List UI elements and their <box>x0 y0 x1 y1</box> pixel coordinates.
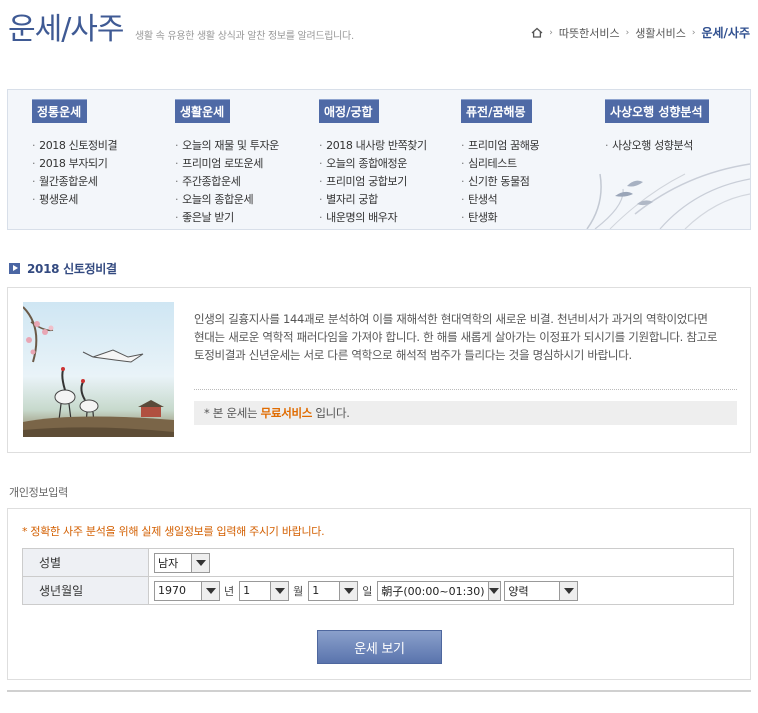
table-row: 성별 남자 <box>22 548 734 577</box>
free-service-highlight: 무료서비스 <box>260 406 313 420</box>
note-prefix: * 본 운세는 <box>204 406 261 420</box>
play-icon <box>9 263 20 274</box>
birthdate-label: 생년월일 <box>22 576 149 605</box>
category-menu: 정통운세 2018 신토정비결 2018 부자되기 월간종합운세 평생운세 생활… <box>7 89 751 230</box>
menu-item[interactable]: 내운명의 배우자 <box>319 209 427 227</box>
menu-column-traditional: 정통운세 2018 신토정비결 2018 부자되기 월간종합운세 평생운세 <box>32 99 118 209</box>
menu-item[interactable]: 좋은날 받기 <box>175 209 279 227</box>
menu-column-life: 생활운세 오늘의 재물 및 투자운 프리미엄 로또운세 주간종합운세 오늘의 종… <box>175 99 279 227</box>
menu-item[interactable]: 2018 부자되기 <box>32 155 117 173</box>
breadcrumb-item[interactable]: 생활서비스 <box>635 25 686 41</box>
menu-item[interactable]: 오늘의 재물 및 투자운 <box>175 137 279 155</box>
intro-box: 인생의 길흉지사를 144괘로 분석하여 이를 재해석한 현대역학의 새로운 비… <box>7 287 751 453</box>
breadcrumb-item[interactable]: 따뜻한서비스 <box>559 25 620 41</box>
chevron-down-icon[interactable] <box>201 581 219 600</box>
menu-item[interactable]: 평생운세 <box>32 191 117 209</box>
menu-column-love: 애정/궁합 2018 내사랑 반쪽찾기 오늘의 종합애정운 프리미엄 궁합보기 … <box>319 99 427 227</box>
breadcrumb-separator: › <box>549 27 553 38</box>
menu-item[interactable]: 오늘의 종합운세 <box>175 191 279 209</box>
menu-heading[interactable]: 애정/궁합 <box>319 99 379 123</box>
menu-item[interactable]: 신기한 동물점 <box>461 173 539 191</box>
view-fortune-button[interactable]: 운세 보기 <box>317 630 442 664</box>
menu-item[interactable]: 별자리 궁합 <box>319 191 427 209</box>
page-subtitle: 생활 속 유용한 생활 상식과 알찬 정보를 알려드립니다. <box>135 31 354 42</box>
calendar-type-select[interactable]: 양력 <box>504 580 579 601</box>
free-service-note: * 본 운세는 무료서비스 입니다. <box>194 401 737 425</box>
birth-year-select[interactable]: 1970 <box>154 580 220 601</box>
note-suffix: 입니다. <box>312 406 350 420</box>
menu-item[interactable]: 오늘의 종합애정운 <box>319 155 427 173</box>
intro-description: 인생의 길흉지사를 144괘로 분석하여 이를 재해석한 현대역학의 새로운 비… <box>194 312 718 362</box>
menu-item[interactable]: 주간종합운세 <box>175 173 279 191</box>
menu-item[interactable]: 월간종합운세 <box>32 173 117 191</box>
day-unit: 일 <box>362 584 373 598</box>
chevron-down-icon[interactable] <box>487 581 501 600</box>
menu-item[interactable]: 2018 내사랑 반쪽찾기 <box>319 137 427 155</box>
page-title: 운세/사주 <box>8 12 125 47</box>
orchid-illustration <box>586 163 750 229</box>
chevron-down-icon[interactable] <box>270 581 289 600</box>
menu-item[interactable]: 프리미엄 궁합보기 <box>319 173 427 191</box>
chevron-down-icon[interactable] <box>191 553 209 572</box>
chevron-down-icon[interactable] <box>339 581 358 600</box>
personal-info-label: 개인정보입력 <box>9 486 68 499</box>
breadcrumb-separator: › <box>625 27 630 38</box>
divider <box>194 389 737 390</box>
month-unit: 월 <box>293 584 304 598</box>
personal-info-table: 성별 남자 생년월일 1970 년 1 월 1 일 朝子(00:00~01:30… <box>22 548 734 605</box>
gender-label: 성별 <box>22 548 149 577</box>
crane-illustration <box>23 302 174 437</box>
menu-item[interactable]: 탄생석 <box>461 191 539 209</box>
bottom-divider <box>7 690 751 692</box>
menu-item[interactable]: 프리미엄 꿈해몽 <box>461 137 540 155</box>
table-row: 생년월일 1970 년 1 월 1 일 朝子(00:00~01:30) 양력 <box>22 576 734 605</box>
personal-info-form: * 정확한 사주 분석을 위해 실제 생일정보를 입력해 주시기 바랍니다. 성… <box>7 508 751 680</box>
form-notice: * 정확한 사주 분석을 위해 실제 생일정보를 입력해 주시기 바랍니다. <box>22 525 325 538</box>
menu-item[interactable]: 심리테스트 <box>461 155 539 173</box>
chevron-down-icon[interactable] <box>559 581 578 600</box>
menu-heading[interactable]: 정통운세 <box>32 99 88 123</box>
menu-item[interactable]: 탄생화 <box>461 209 539 227</box>
menu-column-fusion: 퓨전/꿈해몽 프리미엄 꿈해몽 심리테스트 신기한 동물점 탄생석 탄생화 <box>461 99 540 227</box>
menu-heading[interactable]: 생활운세 <box>175 99 231 123</box>
section-title: 2018 신토정비결 <box>9 260 117 277</box>
birth-month-select[interactable]: 1 <box>239 580 290 601</box>
menu-item[interactable]: 프리미엄 로또운세 <box>175 155 279 173</box>
page-header: 운세/사주 생활 속 유용한 생활 상식과 알찬 정보를 알려드립니다. › 따… <box>0 0 758 55</box>
menu-heading[interactable]: 사상오행 성향분석 <box>605 99 709 123</box>
year-unit: 년 <box>224 584 235 598</box>
menu-item[interactable]: 2018 신토정비결 <box>32 137 117 155</box>
birth-day-select[interactable]: 1 <box>308 580 359 601</box>
menu-heading[interactable]: 퓨전/꿈해몽 <box>461 99 532 123</box>
breadcrumb-separator: › <box>691 27 696 38</box>
gender-select[interactable]: 남자 <box>154 552 210 573</box>
breadcrumb: › 따뜻한서비스 › 생활서비스 › 운세/사주 <box>531 24 750 41</box>
home-icon[interactable] <box>531 27 543 38</box>
breadcrumb-current: 운세/사주 <box>701 26 750 40</box>
section-title-text: 2018 신토정비결 <box>27 262 117 276</box>
birth-time-select[interactable]: 朝子(00:00~01:30) <box>377 580 502 601</box>
